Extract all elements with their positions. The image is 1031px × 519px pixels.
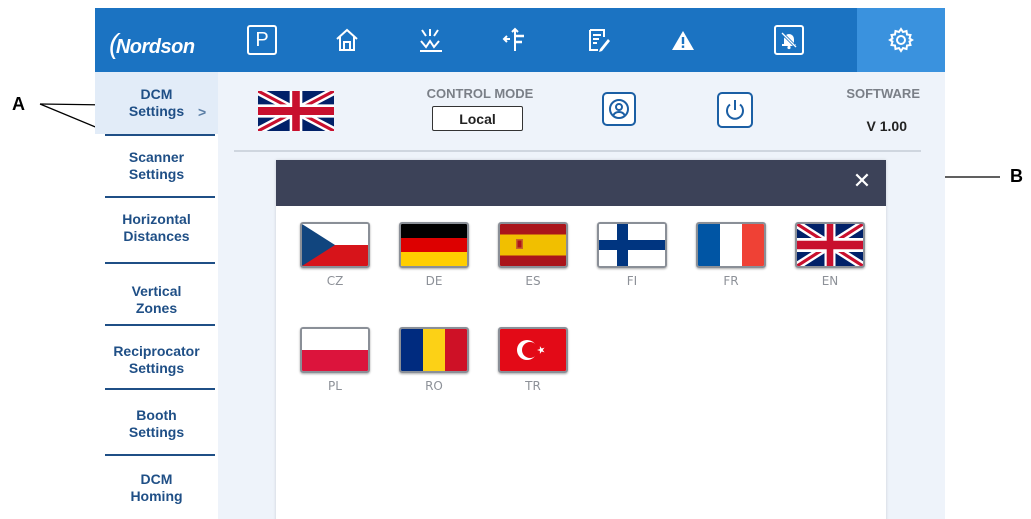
sidebar-item-booth-settings[interactable]: Booth Settings (95, 394, 218, 454)
language-option-en[interactable]: EN (793, 222, 867, 288)
gear-icon (888, 27, 914, 53)
sidebar-item-label: Scanner (128, 149, 185, 165)
sidebar-item-dcm-settings[interactable]: DCM Settings > (95, 72, 218, 134)
language-dialog-header: ✕ (276, 160, 886, 206)
spray-button[interactable] (411, 8, 451, 72)
finnish-flag-icon (597, 222, 667, 268)
sidebar-item-dcm-homing[interactable]: DCM Homing (95, 458, 218, 518)
current-language-flag[interactable] (256, 87, 336, 135)
language-code: TR (525, 379, 541, 393)
sidebar-item-reciprocator-settings[interactable]: Reciprocator Settings (95, 330, 218, 390)
language-option-es[interactable]: ES (496, 222, 570, 288)
header-divider (234, 150, 921, 152)
hmi-screen: (Nordson P DCM Settings > Scanner Settin… (95, 8, 945, 519)
uk-flag-icon (256, 87, 336, 135)
sidebar-item-vertical-zones[interactable]: Vertical Zones (95, 270, 218, 330)
sidebar-divider (105, 388, 215, 390)
bell-mute-icon (774, 25, 804, 55)
active-arrow-icon: > (198, 104, 207, 120)
nordson-logo: (Nordson (109, 28, 195, 60)
sidebar-divider (105, 262, 215, 264)
settings-button[interactable] (857, 8, 945, 72)
sidebar-item-label: Booth (136, 407, 177, 423)
parking-icon: P (247, 25, 277, 55)
sidebar-item-label: DCM (140, 86, 173, 102)
romanian-flag-icon (399, 327, 469, 373)
language-dialog: ✕ CZ DE ES FI FR EN PL RO TR (276, 160, 886, 519)
language-option-fi[interactable]: FI (595, 222, 669, 288)
language-option-tr[interactable]: TR (496, 327, 570, 393)
parking-button[interactable]: P (243, 8, 281, 72)
control-mode-label: CONTROL MODE (426, 86, 534, 101)
turkish-flag-icon (498, 327, 568, 373)
edit-list-icon (589, 29, 610, 52)
callout-b-label: B (1010, 166, 1023, 186)
control-mode-value[interactable]: Local (432, 106, 523, 131)
mute-button[interactable] (767, 8, 811, 72)
axis-icon (502, 27, 524, 51)
sidebar-item-label: Settings (128, 360, 185, 376)
alarm-button[interactable] (663, 8, 703, 72)
top-toolbar: (Nordson P (95, 8, 945, 72)
sidebar-item-scanner-settings[interactable]: Scanner Settings (95, 136, 218, 196)
power-button[interactable] (717, 92, 753, 128)
edit-list-button[interactable] (579, 8, 619, 72)
language-code: FI (626, 274, 638, 288)
language-code: EN (821, 274, 839, 288)
language-option-cz[interactable]: CZ (298, 222, 372, 288)
sidebar-item-label: Distances (123, 228, 190, 244)
french-flag-icon (696, 222, 766, 268)
language-code: ES (525, 274, 541, 288)
user-login-button[interactable] (602, 92, 636, 126)
language-code: FR (723, 274, 739, 288)
language-option-ro[interactable]: RO (397, 327, 471, 393)
uk-flag-icon (795, 222, 865, 268)
language-code: DE (425, 274, 443, 288)
sidebar-item-label: DCM (140, 471, 173, 487)
user-icon (609, 99, 629, 119)
home-icon (336, 28, 358, 51)
sidebar-item-label: Reciprocator (113, 343, 200, 359)
gun-trigger-icon (420, 29, 442, 52)
logo-text: Nordson (115, 36, 195, 58)
close-icon[interactable]: ✕ (850, 169, 874, 195)
czech-flag-icon (300, 222, 370, 268)
callout-a-label: A (12, 94, 25, 114)
polish-flag-icon (300, 327, 370, 373)
software-version: V 1.00 (866, 118, 907, 134)
language-option-fr[interactable]: FR (694, 222, 768, 288)
sidebar-divider (105, 454, 215, 456)
sidebar-item-label: Vertical (131, 283, 182, 299)
sidebar-item-label: Settings (128, 166, 185, 182)
power-icon (726, 100, 744, 120)
sidebar-item-label: Zones (135, 300, 178, 316)
language-option-pl[interactable]: PL (298, 327, 372, 393)
warning-icon (672, 31, 694, 50)
spanish-flag-icon (498, 222, 568, 268)
home-button[interactable] (327, 8, 367, 72)
sidebar-item-horizontal-distances[interactable]: Horizontal Distances (95, 198, 218, 258)
language-code: RO (425, 379, 443, 393)
language-code: CZ (326, 274, 344, 288)
axis-button[interactable] (495, 8, 535, 72)
sidebar-divider (105, 324, 215, 326)
sidebar-item-label: Homing (130, 488, 183, 504)
software-label: SOFTWARE (846, 86, 920, 101)
sidebar-item-label: Settings (128, 424, 185, 440)
language-option-de[interactable]: DE (397, 222, 471, 288)
sidebar-item-label: Horizontal (122, 211, 191, 227)
settings-sidebar: DCM Settings > Scanner Settings Horizont… (95, 72, 218, 519)
language-code: PL (328, 379, 342, 393)
german-flag-icon (399, 222, 469, 268)
